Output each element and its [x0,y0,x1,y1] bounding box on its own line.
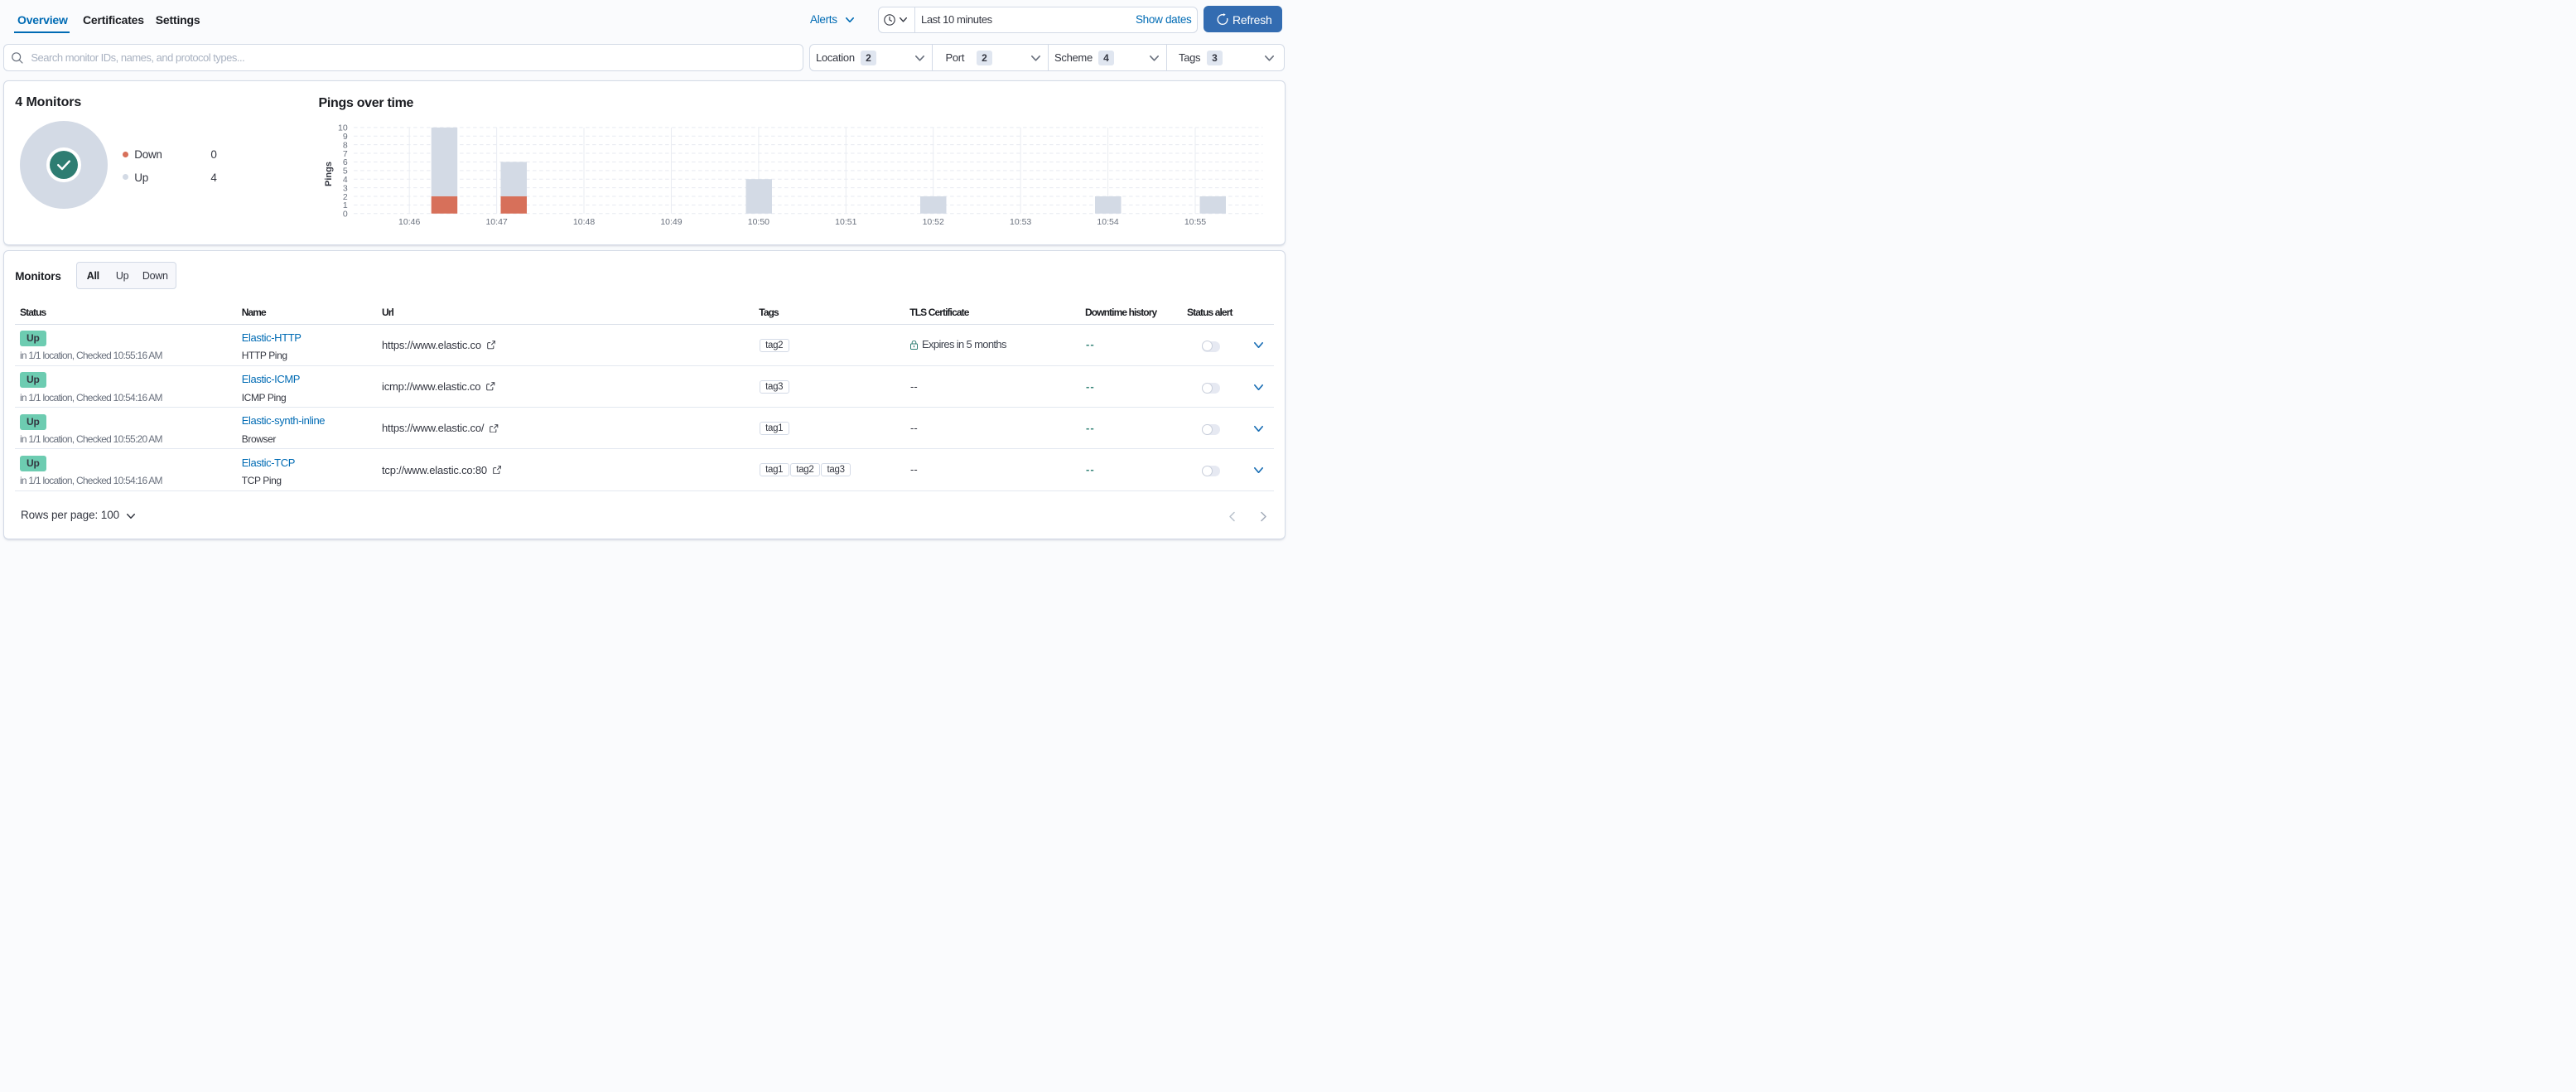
svg-text:10:46: 10:46 [398,217,420,227]
svg-text:10: 10 [338,123,348,133]
svg-text:8: 8 [343,140,348,150]
svg-text:5: 5 [343,167,348,176]
svg-text:2: 2 [343,192,348,202]
svg-text:7: 7 [343,149,348,159]
svg-text:10:49: 10:49 [660,217,682,227]
svg-text:10:53: 10:53 [1010,217,1031,227]
svg-text:4: 4 [343,175,348,185]
svg-text:10:50: 10:50 [748,217,769,227]
svg-text:10:51: 10:51 [835,217,856,227]
svg-text:0: 0 [343,210,348,220]
svg-text:10:52: 10:52 [923,217,944,227]
svg-text:3: 3 [343,183,348,193]
svg-text:10:48: 10:48 [573,217,595,227]
svg-text:10:55: 10:55 [1184,217,1206,227]
svg-text:6: 6 [343,157,348,167]
svg-text:10:54: 10:54 [1097,217,1118,227]
svg-text:Pings: Pings [324,162,334,186]
svg-text:1: 1 [343,201,348,210]
svg-text:9: 9 [343,132,348,142]
svg-text:10:47: 10:47 [485,217,507,227]
